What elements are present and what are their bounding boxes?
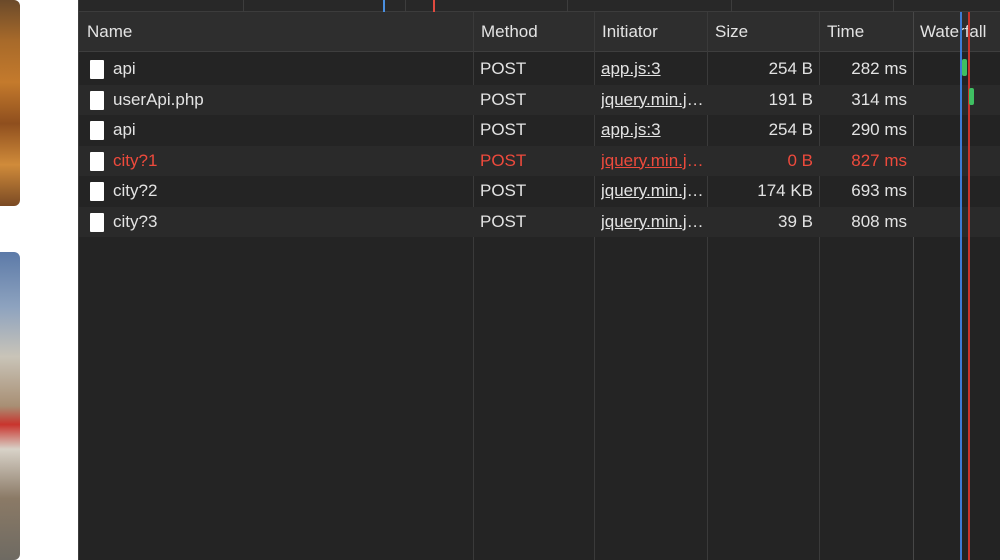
request-method: POST <box>480 89 527 109</box>
page-content-strip <box>0 0 78 560</box>
request-row[interactable]: city?3 POST jquery.min.js:2 39 B 808 ms <box>79 206 914 238</box>
overview-grid-line <box>731 0 732 12</box>
request-size: 39 B <box>778 211 813 231</box>
overview-grid-line <box>405 0 406 12</box>
request-initiator-link[interactable]: app.js:3 <box>601 54 705 85</box>
request-name: city?3 <box>113 211 158 231</box>
document-icon <box>90 90 104 110</box>
column-header-name[interactable]: Name <box>79 12 473 52</box>
thumbnail-image-autumn <box>0 0 20 206</box>
request-name: api <box>113 59 136 78</box>
waterfall-row-stripe <box>914 206 1000 237</box>
request-size: 174 KB <box>757 181 813 200</box>
request-method: POST <box>480 181 527 200</box>
request-time: 282 ms <box>851 59 907 78</box>
request-initiator-link[interactable]: jquery.min.js:2 <box>601 207 705 238</box>
column-header-waterfall[interactable]: Waterfall <box>914 12 1000 52</box>
document-icon <box>90 212 104 232</box>
document-icon <box>90 121 104 140</box>
overview-grid-line <box>567 0 568 12</box>
request-method: POST <box>480 59 527 78</box>
waterfall-column <box>914 12 1000 560</box>
document-icon <box>90 60 104 79</box>
request-row[interactable]: userApi.php POST jquery.min.js:2 191 B 3… <box>79 84 914 116</box>
request-time: 808 ms <box>851 211 907 231</box>
request-name: city?1 <box>113 150 158 170</box>
waterfall-row-stripe <box>914 84 1000 115</box>
request-row[interactable]: api POST app.js:3 254 B 290 ms <box>79 115 914 146</box>
column-header-initiator[interactable]: Initiator <box>594 12 707 52</box>
request-size: 254 B <box>768 59 813 78</box>
overview-domcontentloaded-marker <box>383 0 385 12</box>
request-row[interactable]: api POST app.js:3 254 B 282 ms <box>79 54 914 85</box>
request-name: city?2 <box>113 181 158 200</box>
request-size: 254 B <box>768 120 813 139</box>
request-time: 827 ms <box>851 150 907 170</box>
request-row-failed[interactable]: city?1 POST jquery.min.js:2 0 B 827 ms <box>79 145 914 177</box>
request-initiator-link[interactable]: jquery.min.js:2 <box>601 85 705 116</box>
request-time: 290 ms <box>851 120 907 139</box>
request-initiator-link[interactable]: jquery.min.js:2 <box>601 146 705 177</box>
request-time: 693 ms <box>851 181 907 200</box>
timeline-overview[interactable] <box>79 0 1000 12</box>
waterfall-row-stripe <box>914 145 1000 176</box>
request-row[interactable]: city?2 POST jquery.min.js:2 174 KB 693 m… <box>79 176 914 207</box>
request-method: POST <box>480 120 527 139</box>
waterfall-bar[interactable] <box>969 88 974 105</box>
request-size: 0 B <box>787 150 813 170</box>
request-name: userApi.php <box>113 89 204 109</box>
request-name: api <box>113 120 136 139</box>
document-icon <box>90 182 104 201</box>
request-list: api POST app.js:3 254 B 282 ms userApi.p… <box>79 54 914 237</box>
overview-grid-line <box>243 0 244 12</box>
request-size: 191 B <box>768 89 813 109</box>
request-initiator-link[interactable]: app.js:3 <box>601 115 705 146</box>
request-time: 314 ms <box>851 89 907 109</box>
waterfall-bar[interactable] <box>962 59 967 76</box>
column-header-size[interactable]: Size <box>707 12 819 52</box>
request-method: POST <box>480 150 527 170</box>
column-header-method[interactable]: Method <box>473 12 594 52</box>
request-method: POST <box>480 211 527 231</box>
request-initiator-link[interactable]: jquery.min.js:2 <box>601 176 705 207</box>
overview-load-marker <box>433 0 435 12</box>
table-header: Name Method Initiator Size Time Waterfal… <box>79 12 1000 52</box>
overview-grid-line <box>893 0 894 12</box>
thumbnail-image-city <box>0 252 20 560</box>
column-header-time[interactable]: Time <box>819 12 913 52</box>
document-icon <box>90 151 104 171</box>
domcontentloaded-line <box>960 12 962 560</box>
network-panel: Name Method Initiator Size Time Waterfal… <box>78 0 1000 560</box>
